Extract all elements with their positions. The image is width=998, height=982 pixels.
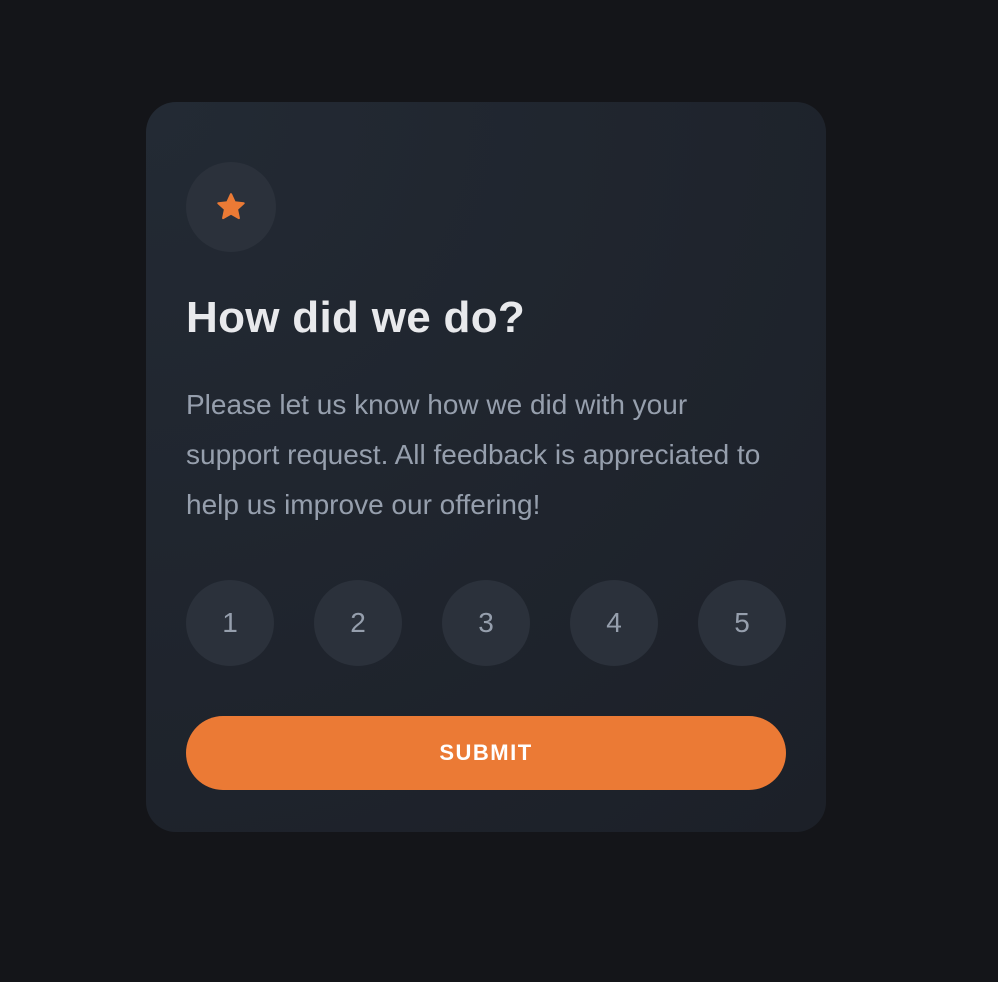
card-title: How did we do? [186,293,526,342]
star-icon [217,193,245,220]
rating-button-4[interactable]: 4 [570,580,658,666]
rating-card: How did we do? Please let us know how we… [146,102,826,832]
rating-button-1[interactable]: 1 [186,580,274,666]
page-body: { "card": { "icon": "star-icon", "title"… [0,0,998,982]
rating-options: 1 2 3 4 5 [186,580,786,666]
rating-button-2[interactable]: 2 [314,580,402,666]
star-badge [186,162,276,252]
submit-button[interactable]: SUBMIT [186,716,786,790]
card-description: Please let us know how we did with your … [186,389,761,520]
rating-button-3[interactable]: 3 [442,580,530,666]
rating-button-5[interactable]: 5 [698,580,786,666]
